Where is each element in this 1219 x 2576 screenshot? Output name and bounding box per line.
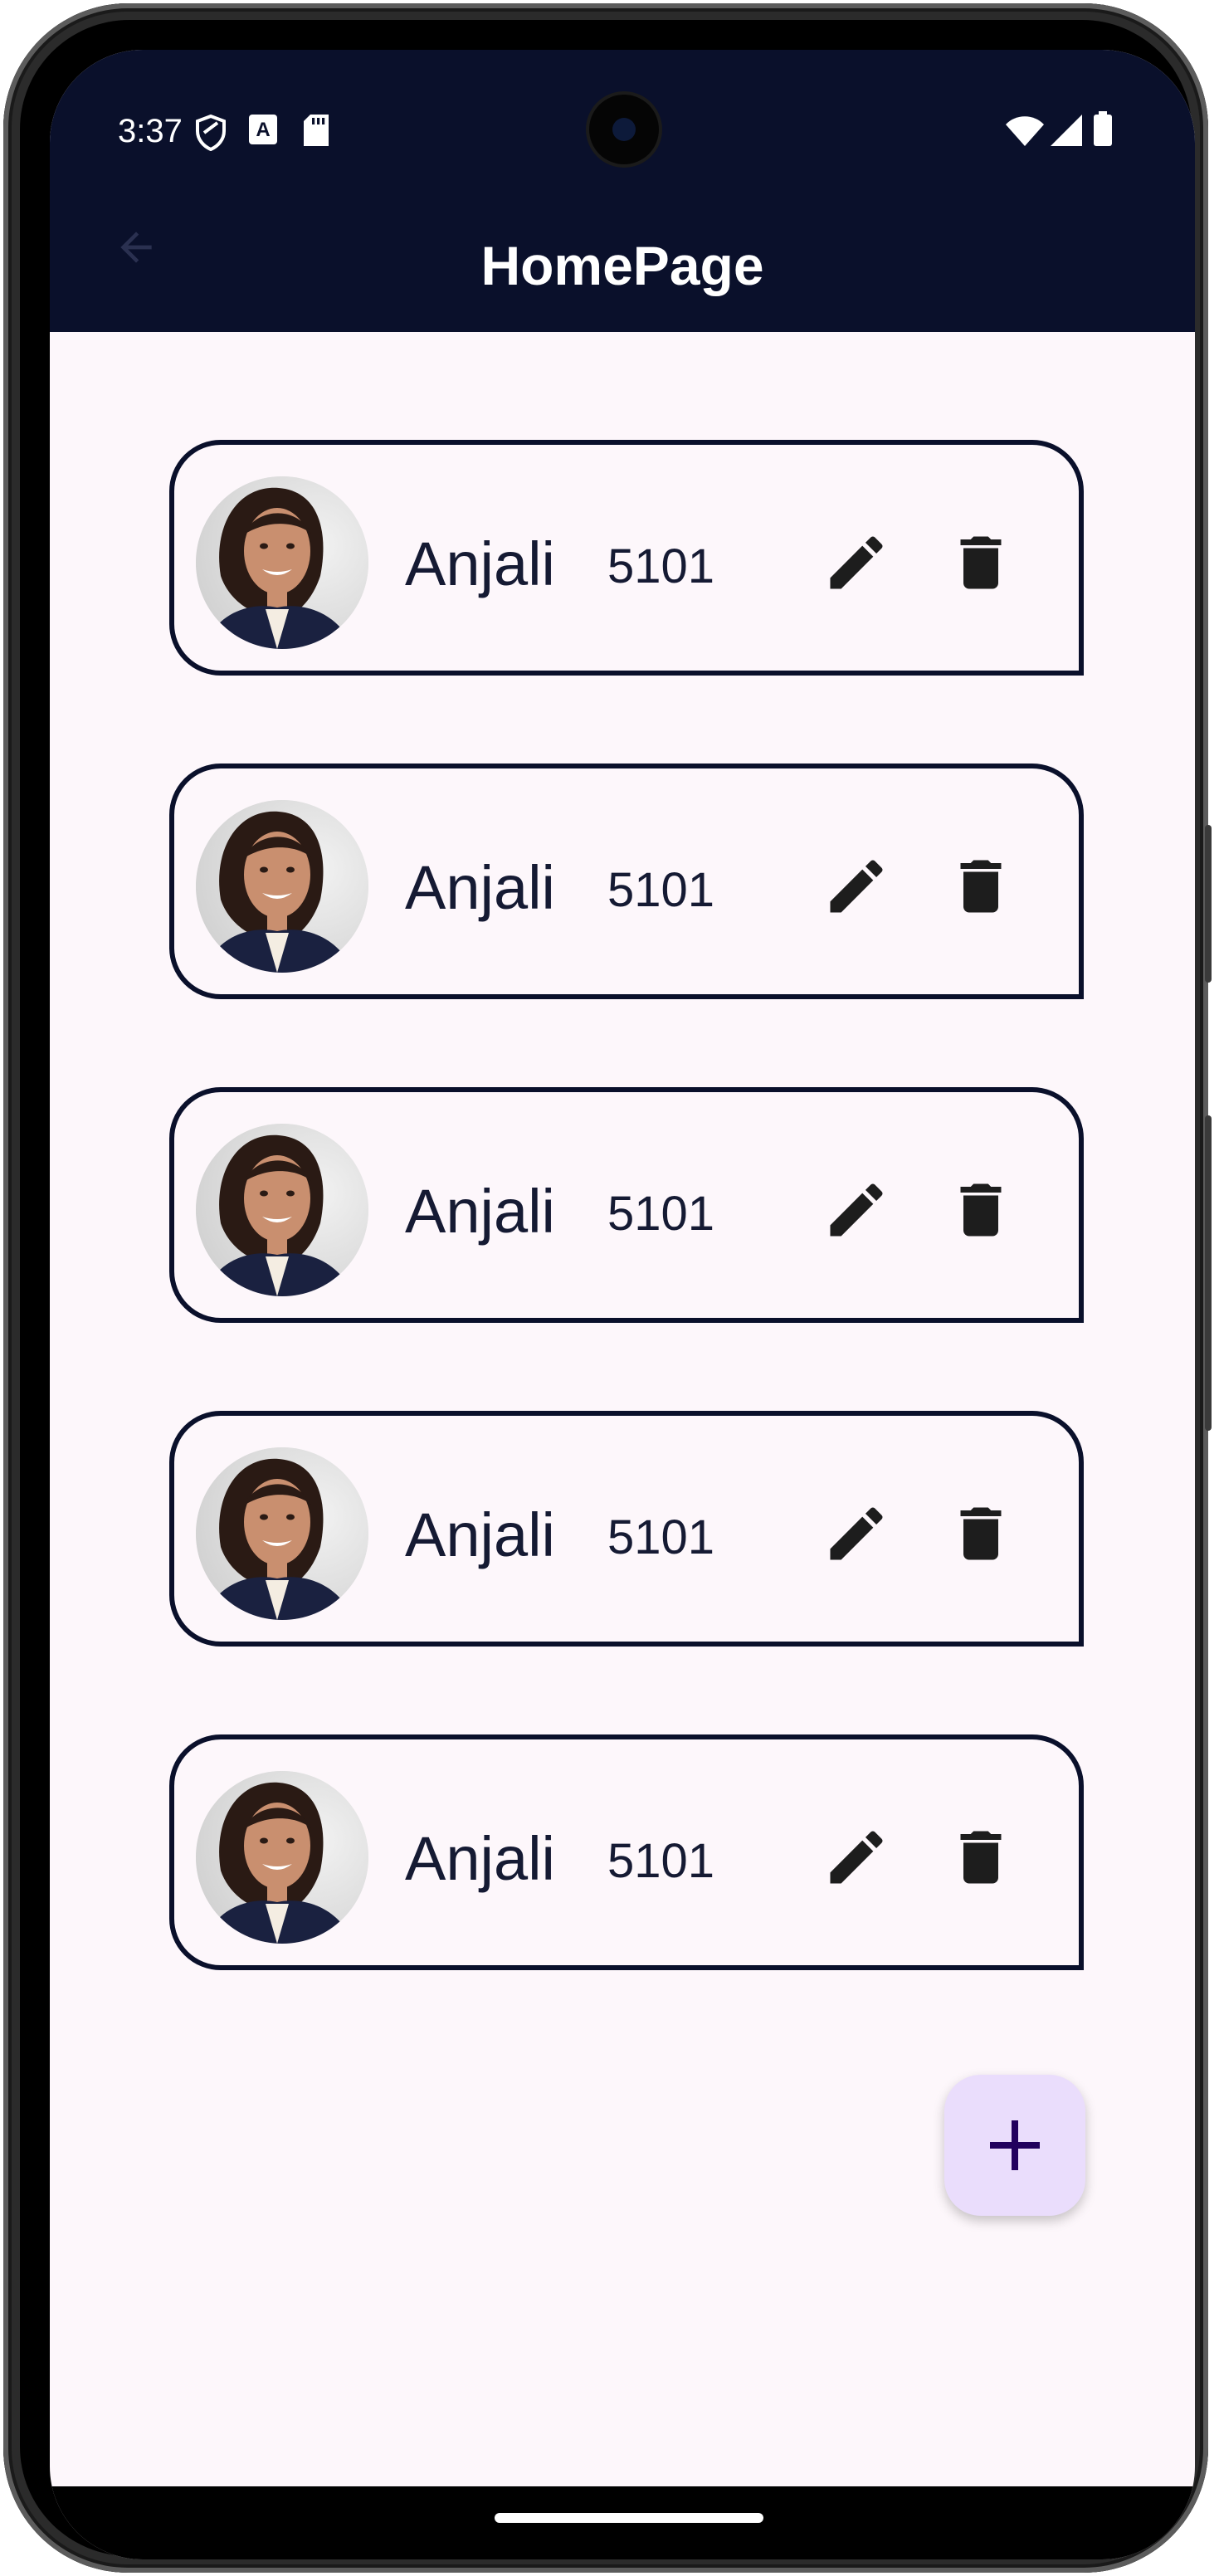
edit-button[interactable]: [822, 1822, 891, 1892]
delete-button[interactable]: [946, 528, 1016, 598]
shield-icon: [194, 114, 227, 155]
pencil-icon: [830, 536, 883, 589]
edit-button[interactable]: [822, 1175, 891, 1245]
contact-card[interactable]: Anjali 5101: [169, 1734, 1084, 1970]
pencil-icon: [830, 1183, 883, 1237]
sd-card-icon: [304, 115, 329, 150]
avatar: [196, 800, 368, 973]
delete-button[interactable]: [946, 1175, 1016, 1245]
contact-number: 5101: [607, 1510, 715, 1564]
delete-button[interactable]: [946, 851, 1016, 921]
screen: 3:37 A HomePage Anjali 5101 Anjali 5101 …: [50, 50, 1195, 2559]
edit-button[interactable]: [822, 528, 891, 598]
avatar: [196, 476, 368, 649]
text-a-icon: A: [249, 115, 277, 149]
avatar: [196, 1124, 368, 1296]
bezel: 3:37 A HomePage Anjali 5101 Anjali 5101 …: [20, 20, 1195, 2559]
svg-text:A: A: [256, 119, 270, 141]
gesture-handle[interactable]: [495, 2513, 763, 2523]
front-camera: [589, 95, 659, 164]
pencil-icon: [830, 860, 883, 913]
trash-icon: [960, 1183, 1002, 1237]
contact-card[interactable]: Anjali 5101: [169, 1087, 1084, 1323]
contact-number: 5101: [607, 1187, 715, 1241]
delete-button[interactable]: [946, 1499, 1016, 1569]
contact-name: Anjali: [405, 1824, 555, 1893]
add-button[interactable]: [944, 2075, 1085, 2216]
device-frame: 3:37 A HomePage Anjali 5101 Anjali 5101 …: [3, 3, 1212, 2573]
app-bar: 3:37 A HomePage: [50, 50, 1195, 332]
avatar: [196, 1447, 368, 1620]
contact-card[interactable]: Anjali 5101: [169, 1411, 1084, 1647]
status-time: 3:37: [118, 113, 183, 149]
cell-signal-icon: [1051, 115, 1082, 150]
contact-name: Anjali: [405, 1177, 555, 1246]
plus-icon: [990, 2120, 1040, 2170]
edit-button[interactable]: [822, 851, 891, 921]
edit-button[interactable]: [822, 1499, 891, 1569]
contact-name: Anjali: [405, 529, 555, 598]
trash-icon: [960, 1507, 1002, 1560]
contact-number: 5101: [607, 539, 715, 593]
power-button: [1205, 825, 1212, 983]
wifi-icon: [1006, 116, 1044, 150]
trash-icon: [960, 1831, 1002, 1884]
volume-button: [1205, 1115, 1212, 1431]
pencil-icon: [830, 1507, 883, 1560]
contact-card[interactable]: Anjali 5101: [169, 440, 1084, 676]
navigation-bar: [50, 2486, 1195, 2559]
contact-number: 5101: [607, 863, 715, 917]
pencil-icon: [830, 1831, 883, 1884]
trash-icon: [960, 536, 1002, 589]
page-title: HomePage: [480, 235, 764, 296]
contact-number: 5101: [607, 1834, 715, 1888]
trash-icon: [960, 860, 1002, 913]
avatar: [196, 1771, 368, 1944]
contact-name: Anjali: [405, 853, 555, 922]
delete-button[interactable]: [946, 1822, 1016, 1892]
contact-card[interactable]: Anjali 5101: [169, 764, 1084, 999]
contact-name: Anjali: [405, 1500, 555, 1569]
battery-icon: [1094, 111, 1112, 150]
